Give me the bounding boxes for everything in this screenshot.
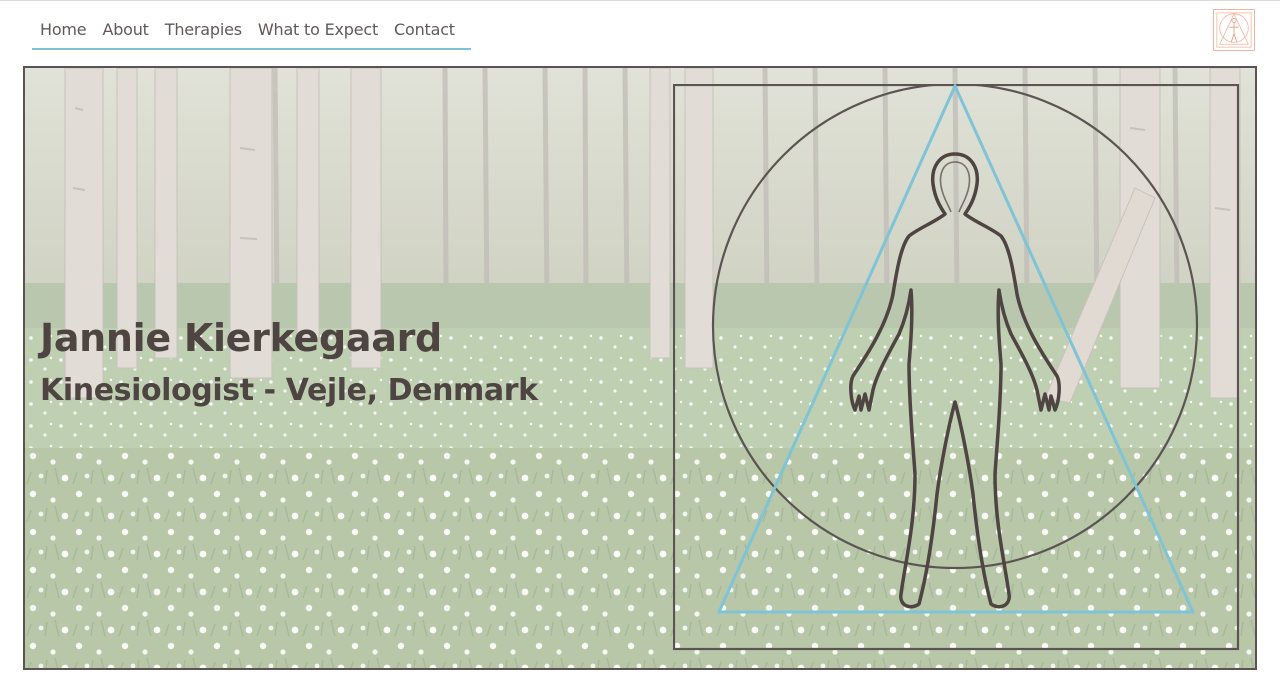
nav-about[interactable]: About — [102, 20, 149, 39]
site-logo-icon[interactable] — [1213, 9, 1255, 51]
nav-contact[interactable]: Contact — [394, 20, 455, 39]
nav-home[interactable]: Home — [40, 20, 87, 39]
hero-subtitle: Kinesiologist - Vejle, Denmark — [40, 373, 538, 408]
human-figure-emblem-icon — [673, 84, 1241, 652]
top-border — [0, 0, 1280, 1]
nav-therapies[interactable]: Therapies — [165, 20, 242, 39]
hero-banner: Jannie Kierkegaard Kinesiologist - Vejle… — [23, 66, 1257, 670]
main-nav: Home About Therapies What to Expect Cont… — [32, 10, 471, 50]
nav-what-to-expect[interactable]: What to Expect — [258, 20, 378, 39]
hero-title: Jannie Kierkegaard — [40, 316, 442, 360]
